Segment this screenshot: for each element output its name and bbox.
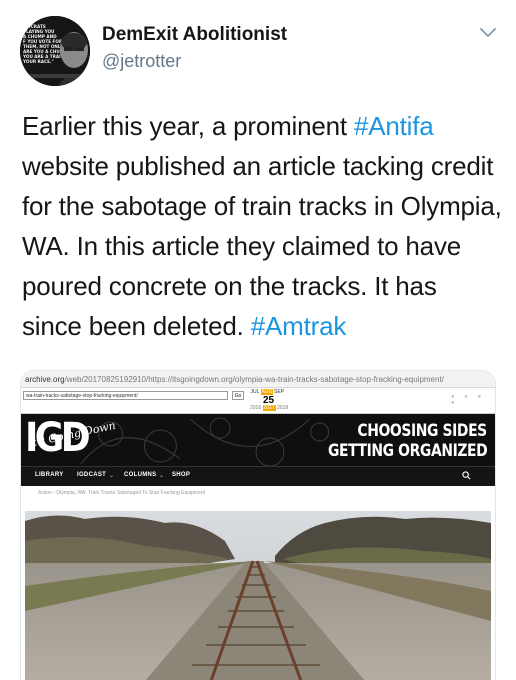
wayback-share-icons: ● ● ● ●: [451, 394, 486, 406]
breadcrumb: Action › Olympia, WA: Train Tracks Sabot…: [21, 486, 495, 500]
site-slogan-line-1: CHOOSING SIDES: [357, 421, 488, 441]
wayback-url-field: wa-train-tracks-sabotage-stop-fracking-e…: [23, 391, 228, 400]
train-tracks-photo: [25, 511, 491, 680]
chevron-down-icon: ⌄: [109, 473, 115, 479]
wayback-years: 2016 2017 2018: [250, 405, 288, 411]
hashtag-antifa[interactable]: #Antifa: [354, 111, 434, 141]
wayback-domain: archive.org: [25, 375, 65, 384]
hashtag-amtrak[interactable]: #Amtrak: [251, 311, 347, 341]
wayback-path: /web/20170825192910/https://itsgoingdown…: [64, 375, 444, 384]
wayback-toolbar: wa-train-tracks-sabotage-stop-fracking-e…: [21, 388, 495, 414]
avatar[interactable]: MOCRATS PLAYING YOU A CHUMP AND F YOU VO…: [20, 16, 90, 86]
display-name[interactable]: DemExit Abolitionist: [102, 24, 287, 46]
site-nav: LIBRARY IGDCAST ⌄ COLUMNS ⌄ SHOP: [21, 466, 495, 486]
nav-item-shop: SHOP: [172, 472, 191, 478]
wayback-address-bar: archive.org/web/20170825192910/https://i…: [21, 371, 495, 388]
site-slogan-line-2: GETTING ORGANIZED: [327, 441, 488, 461]
avatar-caption-line: YOUR RACE.": [22, 59, 54, 64]
nav-item-library: LIBRARY: [35, 472, 64, 478]
site-banner: IGD It's Going Down CHOOSING SIDES GETTI…: [21, 414, 495, 466]
nav-item-igdcast: IGDCAST: [77, 472, 107, 478]
wayback-go-button: Go: [232, 391, 244, 400]
chevron-down-icon: ⌄: [159, 473, 165, 479]
year-label: 2018: [277, 405, 289, 411]
tweet-text-segment: Earlier this year, a prominent: [22, 111, 354, 141]
search-icon: [462, 471, 471, 480]
attached-image[interactable]: archive.org/web/20170825192910/https://i…: [20, 370, 496, 680]
user-handle[interactable]: @jetrotter: [102, 51, 181, 72]
year-label: 2016: [250, 405, 262, 411]
month-label: SEP: [273, 389, 284, 395]
chevron-down-icon[interactable]: [478, 22, 498, 42]
tweet-header: MOCRATS PLAYING YOU A CHUMP AND F YOU VO…: [20, 16, 500, 86]
month-label: JUL: [250, 389, 260, 395]
nav-item-columns: COLUMNS: [124, 472, 157, 478]
year-label-active: 2017: [262, 405, 276, 411]
tweet-text: Earlier this year, a prominent #Antifa w…: [22, 106, 502, 346]
